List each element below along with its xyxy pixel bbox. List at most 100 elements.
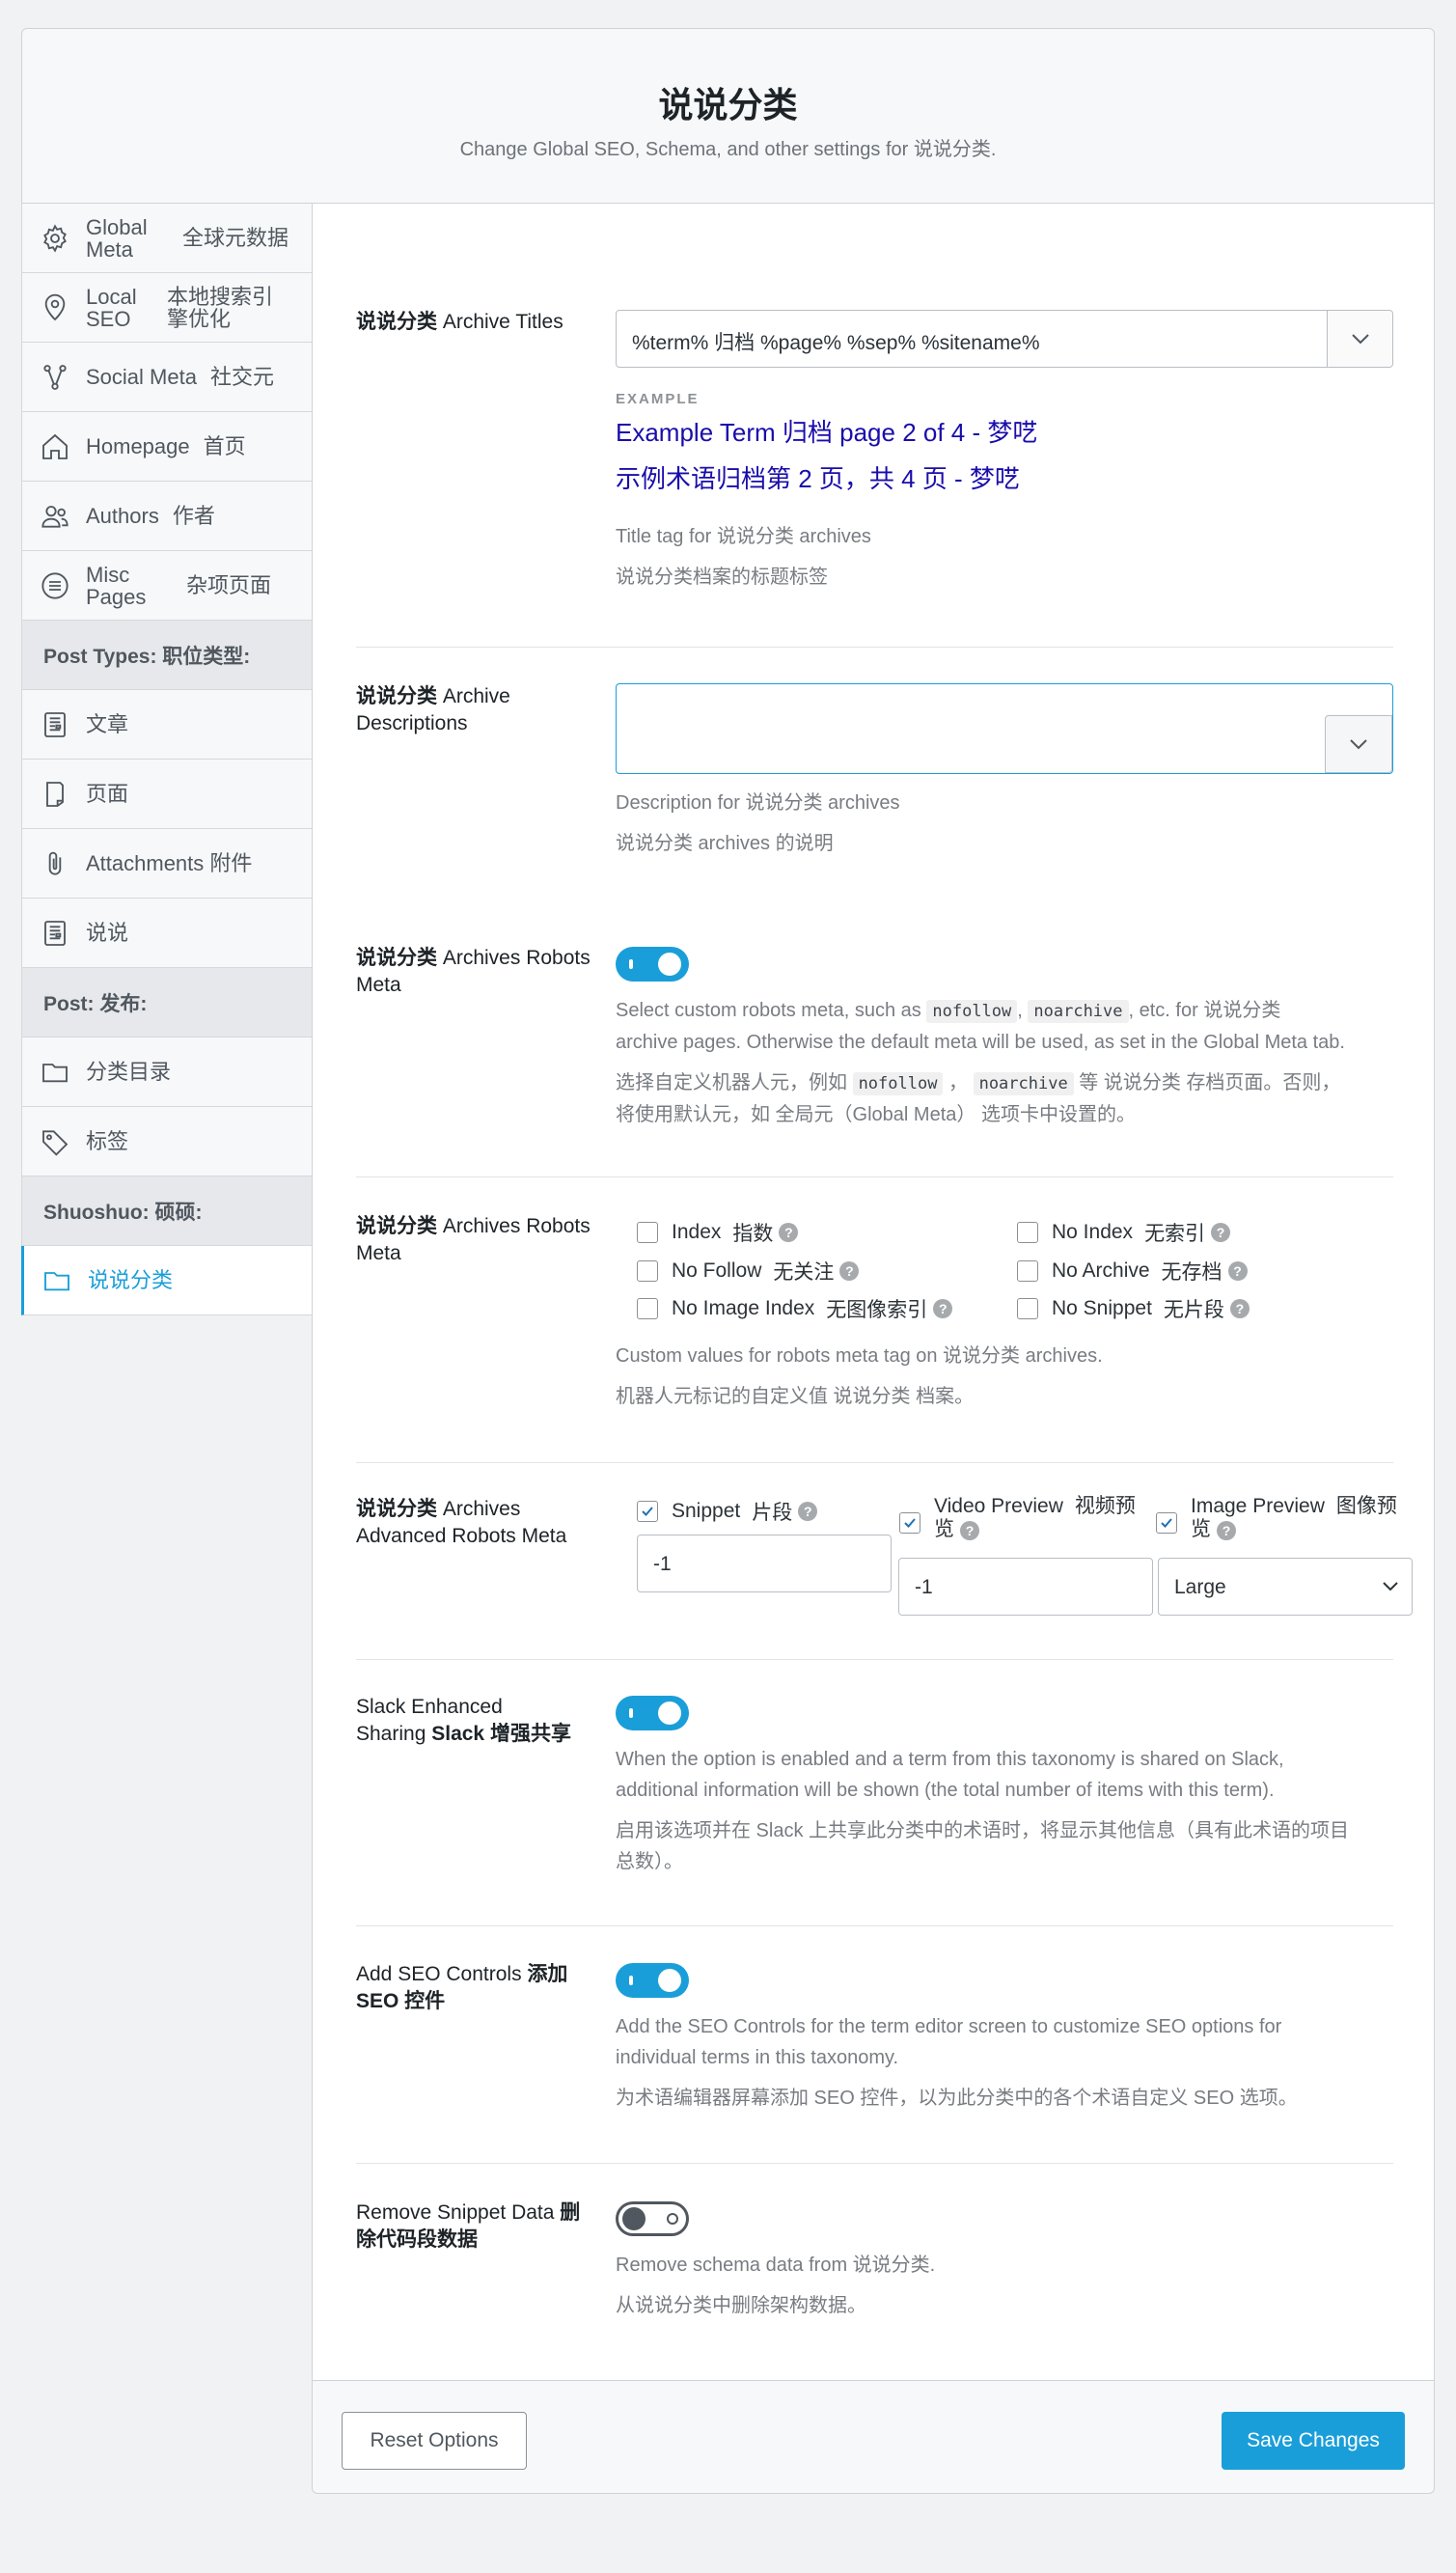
settings-panel: 说说分类 Change Global SEO, Schema, and othe…: [21, 28, 1435, 2494]
robots-meta-checks-help-en: Custom values for robots meta tag on 说说分…: [616, 1345, 1103, 1367]
example-label: EXAMPLE: [616, 391, 700, 407]
archive-titles-help-zh: 说说分类档案的标题标签: [616, 567, 828, 588]
remove-snippet-help-zh: 从说说分类中删除架构数据。: [616, 2295, 866, 2316]
checkbox-index[interactable]: Index 指数?: [637, 1218, 799, 1247]
example-title-zh: 示例术语归档第 2 页，共 4 页 - 梦呓: [616, 464, 1020, 493]
help-icon[interactable]: ?: [1211, 1223, 1231, 1242]
sidebar-item-label: 标签: [86, 1128, 129, 1153]
robots-meta-help-en: Select custom robots meta, such as nofol…: [616, 1000, 1345, 1053]
robots-meta-toggle[interactable]: [616, 947, 689, 982]
sidebar-item-label-zh: 作者: [172, 503, 215, 528]
video-preview-input[interactable]: -1: [898, 1558, 1153, 1616]
chevron-down-icon[interactable]: [1325, 715, 1392, 773]
archive-titles-input[interactable]: %term% 归档 %page% %sep% %sitename%: [616, 310, 1393, 368]
help-icon[interactable]: ?: [1227, 1261, 1248, 1281]
sidebar-item-label-zh: 首页: [203, 433, 246, 458]
sidebar-item-authors[interactable]: Authors 作者: [21, 482, 312, 551]
divider: [356, 647, 1393, 648]
sidebar-item-label: Global Meta: [86, 214, 148, 262]
help-icon[interactable]: ?: [960, 1521, 979, 1540]
slack-sharing-label: Slack Enhanced Sharing Slack 增强共享: [356, 1696, 571, 1745]
sidebar-item-label-zh: 杂项页面: [186, 573, 272, 597]
help-icon[interactable]: ?: [839, 1261, 860, 1281]
divider: [356, 1462, 1393, 1463]
archive-titles-label: 说说分类 Archive Titles: [356, 311, 563, 333]
chevron-down-icon[interactable]: [1327, 311, 1392, 367]
sidebar-item-label: 说说: [86, 920, 129, 945]
divider: [356, 1925, 1393, 1926]
checkbox-no-index[interactable]: No Index 无索引?: [1017, 1218, 1231, 1247]
sidebar-item-label-zh: 社交元: [209, 364, 274, 389]
sidebar-item-misc-pages[interactable]: Misc Pages 杂项页面: [21, 551, 312, 621]
archive-descriptions-label: 说说分类 Archive Descriptions: [356, 685, 510, 734]
paperclip-icon: [40, 848, 70, 879]
seo-controls-field: Add the SEO Controls for the term editor…: [616, 1963, 1393, 2114]
sidebar-item-attachments[interactable]: Attachments 附件: [21, 829, 312, 899]
sidebar-item-shuoshuo-category[interactable]: 说说分类: [21, 1246, 313, 1315]
seo-controls-label: Add SEO Controls 添加 SEO 控件: [356, 1963, 568, 2012]
archive-descriptions-help-en: Description for 说说分类 archives: [616, 792, 900, 814]
remove-snippet-help-en: Remove schema data from 说说分类.: [616, 2255, 936, 2276]
slack-sharing-help-en: When the option is enabled and a term fr…: [616, 1749, 1284, 1801]
page-header: 说说分类 Change Global SEO, Schema, and othe…: [21, 28, 1435, 204]
checkbox-video-preview[interactable]: Video Preview 视频预览?: [899, 1495, 1136, 1541]
seo-controls-toggle[interactable]: [616, 1963, 689, 1998]
robots-meta-checks-help: Custom values for robots meta tag on 说说分…: [616, 1341, 1393, 1412]
checkbox-no-snippet[interactable]: No Snippet 无片段?: [1017, 1294, 1250, 1323]
help-icon[interactable]: ?: [1229, 1299, 1250, 1318]
sidebar-item-categories[interactable]: 分类目录: [21, 1038, 312, 1107]
sidebar-item-wenzhang[interactable]: 文章: [21, 690, 312, 760]
archive-descriptions-input[interactable]: [616, 683, 1393, 774]
seo-controls-help-zh: 为术语编辑器屏幕添加 SEO 控件，以为此分类中的各个术语自定义 SEO 选项。: [616, 2088, 1298, 2109]
robots-meta-toggle-field: Select custom robots meta, such as nofol…: [616, 947, 1393, 1130]
sidebar-item-social-meta[interactable]: Social Meta 社交元: [21, 343, 312, 412]
sidebar-item-label: 说说分类: [88, 1267, 174, 1292]
home-icon: [40, 431, 70, 462]
settings-content: 说说分类 Archive Titles %term% 归档 %page% %se…: [312, 204, 1435, 2380]
remove-snippet-toggle[interactable]: [616, 2201, 689, 2236]
archive-descriptions-help-zh: 说说分类 archives 的说明: [616, 833, 834, 854]
gear-icon: [40, 223, 70, 254]
sidebar-item-label-zh: 全球元数据: [182, 226, 289, 250]
sidebar-item-label: 页面: [86, 781, 129, 806]
snippet-length-input[interactable]: -1: [637, 1535, 892, 1592]
checkbox-image-preview[interactable]: Image Preview 图像预览?: [1156, 1495, 1397, 1541]
checkbox-no-archive[interactable]: No Archive 无存档?: [1017, 1257, 1248, 1286]
help-icon[interactable]: ?: [1217, 1521, 1236, 1540]
checkbox-no-image-index[interactable]: No Image Index 无图像索引?: [637, 1294, 953, 1323]
sidebar-item-global-meta[interactable]: Global Meta 全球元数据: [21, 204, 312, 273]
chevron-down-icon: [1383, 1582, 1398, 1591]
sidebar-item-homepage[interactable]: Homepage 首页: [21, 412, 312, 482]
save-changes-button[interactable]: Save Changes: [1222, 2412, 1405, 2470]
list-icon: [40, 570, 70, 601]
sidebar-heading-post-types: Post Types: 职位类型:: [21, 621, 312, 690]
page-subtitle: Change Global SEO, Schema, and other set…: [459, 139, 997, 160]
checkbox-no-follow[interactable]: No Follow 无关注?: [637, 1257, 860, 1286]
slack-sharing-help-zh: 启用该选项并在 Slack 上共享此分类中的术语时，将显示其他信息（具有此术语的…: [616, 1820, 1350, 1872]
checkbox-snippet[interactable]: Snippet 片段?: [637, 1497, 818, 1526]
sidebar-item-yemian[interactable]: 页面: [21, 760, 312, 829]
document-icon: [40, 709, 70, 740]
document-icon: [40, 918, 70, 949]
sidebar-item-label: 文章: [86, 711, 129, 736]
reset-options-button[interactable]: Reset Options: [342, 2412, 527, 2470]
image-preview-select[interactable]: Large: [1158, 1558, 1413, 1616]
sidebar-item-tags[interactable]: 标签: [21, 1107, 312, 1176]
sidebar-item-local-seo[interactable]: Local SEO 本地搜索引擎优化: [21, 273, 312, 343]
sidebar-item-label: Attachments 附件: [86, 850, 253, 875]
slack-sharing-toggle[interactable]: [616, 1696, 689, 1730]
sidebar-item-shuoshuo[interactable]: 说说: [21, 899, 312, 968]
divider: [356, 2163, 1393, 2164]
robots-meta-checks-help-zh: 机器人元标记的自定义值 说说分类 档案。: [616, 1386, 975, 1407]
robots-meta-help-zh: 选择自定义机器人元，例如 nofollow ， noarchive 等 说说分类…: [616, 1072, 1341, 1125]
help-icon[interactable]: ?: [779, 1223, 799, 1242]
sidebar-item-label: Homepage: [86, 433, 190, 458]
archive-descriptions-field: Description for 说说分类 archives 说说分类 archi…: [616, 683, 1393, 859]
sidebar-item-label-zh: 本地搜索引擎优化: [167, 284, 274, 331]
folder-icon: [40, 1057, 70, 1088]
help-icon[interactable]: ?: [933, 1299, 953, 1318]
help-icon[interactable]: ?: [798, 1502, 818, 1521]
sidebar-item-label: Authors: [86, 503, 159, 528]
sidebar-heading-shuoshuo: Shuoshuo: 硕硕:: [21, 1176, 312, 1246]
sidebar-item-label: Local SEO: [86, 284, 137, 331]
